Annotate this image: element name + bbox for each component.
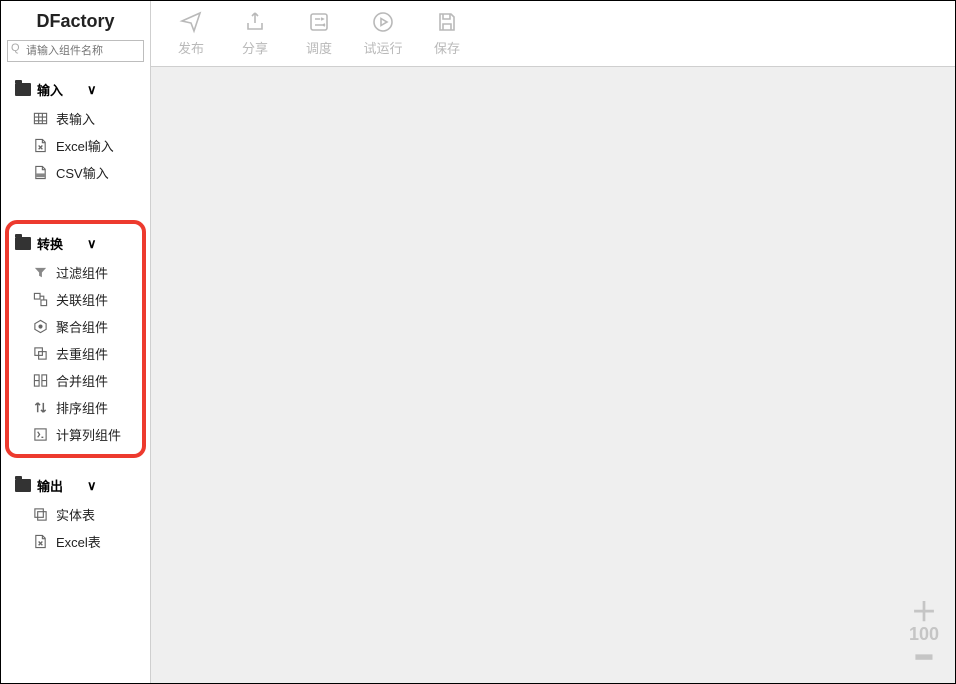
- share-label: 分享: [242, 38, 268, 57]
- item-label: 合并组件: [56, 371, 108, 390]
- publish-label: 发布: [178, 38, 204, 57]
- chevron-down-icon: ∨: [87, 82, 97, 98]
- group-label: 输入: [37, 80, 63, 99]
- brand-logo: DFactory: [1, 1, 150, 40]
- sidebar: DFactory Q 输入 ∨ 表输入 Excel输入: [1, 1, 151, 683]
- group-label: 输出: [37, 476, 63, 495]
- funnel-icon: [33, 265, 48, 280]
- publish-button[interactable]: 发布: [165, 10, 217, 57]
- sidebar-item-filter[interactable]: 过滤组件: [1, 259, 150, 286]
- sidebar-group-head-transform[interactable]: 转换 ∨: [1, 230, 150, 257]
- excel-icon: [33, 138, 48, 153]
- workflow-canvas[interactable]: ＋ 100 ━: [151, 67, 955, 683]
- item-label: 关联组件: [56, 290, 108, 309]
- dedupe-icon: [33, 346, 48, 361]
- zoom-in-button[interactable]: ＋: [903, 602, 945, 622]
- item-label: 实体表: [56, 505, 95, 524]
- relate-icon: [33, 292, 48, 307]
- sort-icon: [33, 400, 48, 415]
- sidebar-group-transform: 转换 ∨ 过滤组件 关联组件 聚合组件: [1, 230, 150, 452]
- schedule-label: 调度: [306, 38, 332, 57]
- sidebar-item-relate[interactable]: 关联组件: [1, 286, 150, 313]
- item-label: 计算列组件: [56, 425, 121, 444]
- save-button[interactable]: 保存: [421, 10, 473, 57]
- sidebar-item-sort[interactable]: 排序组件: [1, 394, 150, 421]
- sidebar-group-input: 输入 ∨ 表输入 Excel输入 CSV输入: [1, 76, 150, 190]
- zoom-out-button[interactable]: ━: [903, 647, 945, 667]
- sidebar-group-output: 输出 ∨ 实体表 Excel表: [1, 472, 150, 559]
- item-label: 过滤组件: [56, 263, 108, 282]
- component-search-input[interactable]: [7, 40, 144, 62]
- sidebar-item-excel-output[interactable]: Excel表: [1, 528, 150, 555]
- csv-icon: [33, 165, 48, 180]
- calc-icon: [33, 427, 48, 442]
- aggregate-icon: [33, 319, 48, 334]
- sidebar-item-calc[interactable]: 计算列组件: [1, 421, 150, 448]
- grid-icon: [33, 111, 48, 126]
- chevron-down-icon: ∨: [87, 236, 97, 252]
- sidebar-item-merge[interactable]: 合并组件: [1, 367, 150, 394]
- item-label: Excel输入: [56, 136, 114, 155]
- item-label: CSV输入: [56, 163, 109, 182]
- zoom-controls: ＋ 100 ━: [903, 602, 945, 667]
- folder-icon: [15, 479, 31, 492]
- sidebar-group-head-input[interactable]: 输入 ∨: [1, 76, 150, 103]
- sidebar-item-table-input[interactable]: 表输入: [1, 105, 150, 132]
- solid-table-icon: [33, 507, 48, 522]
- folder-icon: [15, 83, 31, 96]
- item-label: 去重组件: [56, 344, 108, 363]
- item-label: 排序组件: [56, 398, 108, 417]
- schedule-button[interactable]: 调度: [293, 10, 345, 57]
- sidebar-group-head-output[interactable]: 输出 ∨: [1, 472, 150, 499]
- item-label: 表输入: [56, 109, 95, 128]
- sidebar-item-aggregate[interactable]: 聚合组件: [1, 313, 150, 340]
- excel-out-icon: [33, 534, 48, 549]
- sidebar-item-csv-input[interactable]: CSV输入: [1, 159, 150, 186]
- folder-icon: [15, 237, 31, 250]
- merge-icon: [33, 373, 48, 388]
- item-label: Excel表: [56, 532, 101, 551]
- share-button[interactable]: 分享: [229, 10, 281, 57]
- save-label: 保存: [434, 38, 460, 57]
- trial-run-label: 试运行: [363, 38, 402, 57]
- main-area: 发布 分享 调度 试运行 保存 ＋ 100 ━: [151, 1, 955, 683]
- item-label: 聚合组件: [56, 317, 108, 336]
- sidebar-item-excel-input[interactable]: Excel输入: [1, 132, 150, 159]
- toolbar: 发布 分享 调度 试运行 保存: [151, 1, 955, 67]
- chevron-down-icon: ∨: [87, 478, 97, 494]
- sidebar-item-solid-table[interactable]: 实体表: [1, 501, 150, 528]
- sidebar-item-dedupe[interactable]: 去重组件: [1, 340, 150, 367]
- search-wrap: Q: [1, 40, 150, 68]
- trial-run-button[interactable]: 试运行: [357, 10, 409, 57]
- group-label: 转换: [37, 234, 63, 253]
